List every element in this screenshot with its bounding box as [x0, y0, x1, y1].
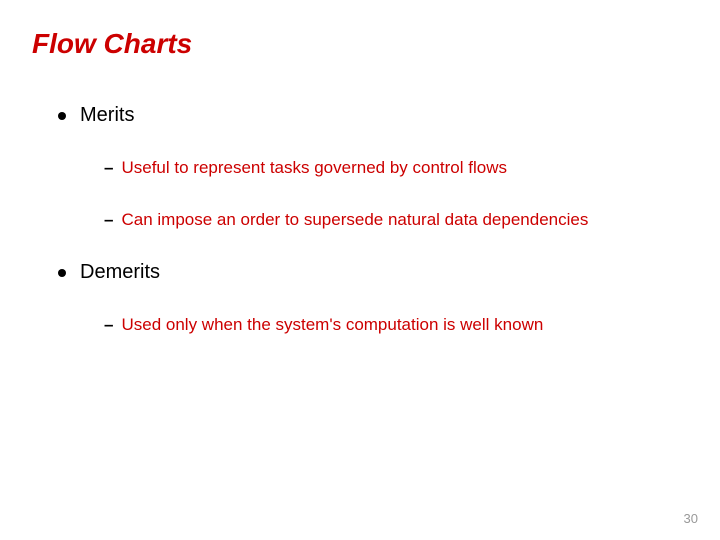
section-heading: Merits: [80, 104, 134, 127]
list-item: – Can impose an order to supersede natur…: [0, 209, 720, 231]
dash-icon: –: [104, 157, 113, 179]
bullet-icon: [58, 112, 66, 120]
bullet-text: Useful to represent tasks governed by co…: [121, 157, 507, 179]
dash-icon: –: [104, 209, 113, 231]
slide: Flow Charts Merits – Useful to represent…: [0, 0, 720, 540]
list-item: Demerits: [0, 261, 720, 284]
bullet-text: Can impose an order to supersede natural…: [121, 209, 588, 231]
list-item: – Useful to represent tasks governed by …: [0, 157, 720, 179]
page-number: 30: [684, 511, 698, 526]
section-heading: Demerits: [80, 261, 160, 284]
slide-title: Flow Charts: [0, 28, 720, 60]
dash-icon: –: [104, 314, 113, 336]
list-item: Merits: [0, 104, 720, 127]
list-item: – Used only when the system's computatio…: [0, 314, 720, 336]
bullet-text: Used only when the system's computation …: [121, 314, 543, 336]
bullet-icon: [58, 269, 66, 277]
